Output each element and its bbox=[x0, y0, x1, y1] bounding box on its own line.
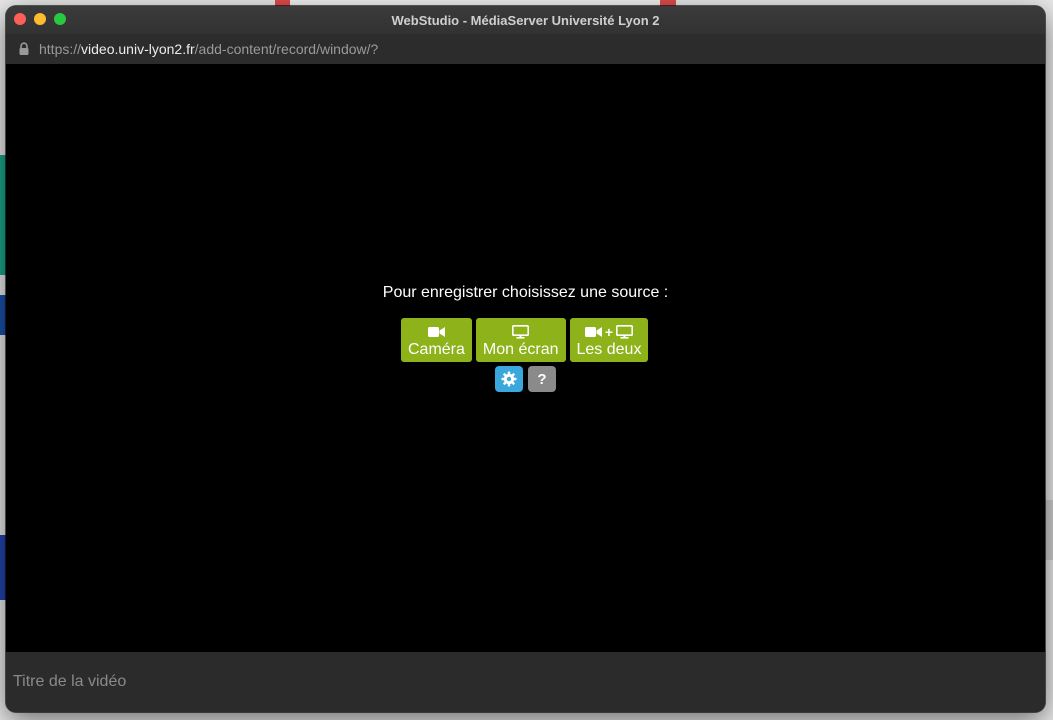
source-prompt: Pour enregistrer choisissez une source : bbox=[382, 284, 669, 301]
webstudio-window: WebStudio - MédiaServer Université Lyon … bbox=[6, 6, 1045, 712]
plus-sign: + bbox=[604, 323, 614, 340]
lock-icon bbox=[19, 42, 29, 55]
both-sources-button[interactable]: + Les deux bbox=[569, 318, 649, 362]
window-controls bbox=[14, 13, 66, 25]
url-path: /add-content/record/window/? bbox=[194, 41, 379, 57]
url-host: video.univ-lyon2.fr bbox=[81, 41, 195, 57]
background-panel-right bbox=[1045, 500, 1053, 560]
url-scheme: https:// bbox=[39, 41, 82, 57]
video-title-bar bbox=[6, 652, 1045, 712]
zoom-window-button[interactable] bbox=[54, 13, 66, 25]
screen-source-label: Mon écran bbox=[482, 340, 559, 358]
minimize-window-button[interactable] bbox=[34, 13, 46, 25]
gear-icon bbox=[501, 371, 517, 387]
video-title-input[interactable] bbox=[6, 652, 1045, 712]
title-bar[interactable]: WebStudio - MédiaServer Université Lyon … bbox=[6, 6, 1045, 34]
camera-plus-monitor-icon: + bbox=[584, 323, 634, 340]
video-camera-icon bbox=[584, 326, 602, 337]
screen-source-button[interactable]: Mon écran bbox=[475, 318, 566, 362]
camera-source-button[interactable]: Caméra bbox=[401, 318, 472, 362]
close-window-button[interactable] bbox=[14, 13, 26, 25]
help-button[interactable]: ? bbox=[528, 366, 556, 392]
video-camera-icon bbox=[427, 326, 445, 337]
recorder-stage: Pour enregistrer choisissez une source :… bbox=[6, 64, 1045, 652]
page-url: https://video.univ-lyon2.fr/add-content/… bbox=[39, 41, 378, 57]
source-buttons: Caméra Mon écran + Les deux bbox=[401, 318, 649, 362]
monitor-icon bbox=[616, 324, 634, 339]
address-bar: https://video.univ-lyon2.fr/add-content/… bbox=[6, 34, 1045, 65]
window-title: WebStudio - MédiaServer Université Lyon … bbox=[391, 12, 660, 28]
question-mark-icon: ? bbox=[537, 370, 547, 388]
monitor-icon bbox=[512, 324, 530, 339]
settings-button[interactable] bbox=[495, 366, 523, 392]
camera-source-label: Caméra bbox=[408, 340, 465, 358]
recorder-tools: ? bbox=[495, 366, 556, 392]
both-sources-label: Les deux bbox=[576, 340, 642, 358]
